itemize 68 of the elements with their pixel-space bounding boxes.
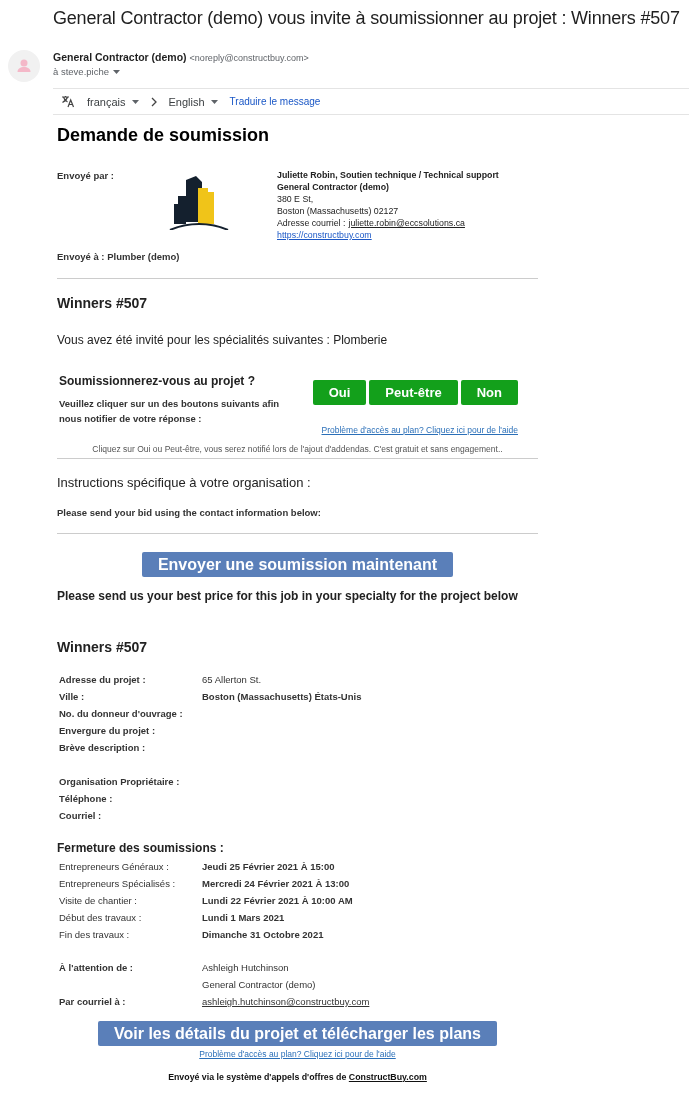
field-label: Adresse du projet : [59,674,147,685]
submit-bid-button[interactable]: Envoyer une soumission maintenant [141,552,454,577]
request-text: Please send us your best price for this job in your specialty for the project below [57,589,519,603]
field-label: Visite de chantier : [59,895,138,906]
invitation-text: Vous avez été invité pour les spécialités suivantes : Plomberie [57,333,389,347]
field-value: General Contractor (demo) [202,979,316,990]
response-button[interactable]: Non [460,380,518,405]
contact-text: Boston (Massachusetts) 02127 [277,206,400,216]
contact-text: 380 E St, [277,194,315,204]
field-value: Dimanche 31 Octobre 2021 [202,929,324,940]
website-link[interactable]: https://constructbuy.com [277,230,499,240]
field-label: Fin des travaux : [59,929,131,940]
field-label: Téléphone : [59,793,114,804]
sent-by-label: Envoyé par : [57,170,116,181]
response-button[interactable]: Oui [312,380,367,405]
view-plans-button[interactable]: Voir les détails du projet et télécharger les plans [98,1021,497,1046]
contact-text: Juliette Robin, Soutien technique / Technical support [277,170,499,180]
field-label: Entrepreneurs Spécialisés : [59,878,177,889]
caret-icon [210,99,218,104]
help-link[interactable]: Problème d'accès au plan? Cliquez ici pour de l'aide [321,425,518,435]
chevron-right-icon [150,96,157,107]
rsvp-instructions: Veuillez cliquer sur un des boutons suivants afin nous notifier de votre réponse : [59,397,281,426]
email-link[interactable]: ashleigh.hutchinson@constructbuy.com [202,996,370,1007]
field-value: Mercredi 24 Février 2021 À 13:00 [202,878,350,889]
recipient-dropdown[interactable]: à steve.piche [53,66,309,77]
sender-address: <noreply@constructbuy.com> [189,53,309,63]
email-link[interactable]: juliette.robin@eccsolutions.ca [348,218,465,228]
translate-icon [61,95,75,108]
field-value: 65 Allerton St. [202,674,262,685]
instructions-title: Instructions spécifique à votre organisation : [57,475,312,490]
sent-to-text: Envoyé à : Plumber (demo) [57,251,181,262]
help-link[interactable]: Problème d'accès au plan? Cliquez ici pour de l'aide [199,1049,396,1059]
footer-text: Envoyé via le système d'appels d'offres de ConstructBuy.com [167,1072,428,1082]
project-title: Winners #507 [57,295,149,311]
field-label: No. du donneur d'ouvrage : [59,708,184,719]
instructions-text: Please send your bid using the contact information below: [57,507,322,518]
rsvp-question: Soumissionnerez-vous au projet ? [59,374,257,388]
target-language-dropdown[interactable]: English [168,95,218,108]
avatar-icon [8,50,40,82]
email-subject: General Contractor (demo) vous invite à soumissionner au projet : Winners #507 [52,7,681,30]
field-label: Envergure du projet : [59,725,157,736]
field-value: Boston (Massachusetts) États-Unis [202,691,362,702]
field-label: Organisation Propriétaire : [59,776,181,787]
field-label: Ville : [59,691,86,702]
field-label: Brève description : [59,742,147,753]
field-value: Lundi 1 Mars 2021 [202,912,285,923]
translate-link[interactable]: Traduire le message [229,96,321,107]
email-heading: Demande de soumission [57,125,271,146]
closing-title: Fermeture des soumissions : [57,841,225,855]
source-language-dropdown[interactable]: français [87,95,139,108]
buildings-logo [168,174,230,230]
caret-icon [113,69,120,74]
field-value: Ashleigh Hutchinson [202,962,289,973]
contact-text: General Contractor (demo) [277,182,390,192]
rsvp-note: Cliquez sur Oui ou Peut-être, vous serez notifié lors de l'ajout d'addendas. C'est gratuit et sans engagement.. [91,444,504,454]
field-label: Début des travaux : [59,912,143,923]
field-value: Jeudi 25 Février 2021 À 15:00 [202,861,335,872]
contact-label: Adresse courriel : [277,218,346,228]
project-title: Winners #507 [57,639,149,655]
field-label: Par courriel à : [59,996,127,1007]
sender-name: General Contractor (demo) [53,51,187,63]
field-label: Entrepreneurs Généraux : [59,861,170,872]
field-label: À l'attention de : [59,962,135,975]
caret-icon [131,99,139,104]
constructbuy-link[interactable]: ConstructBuy.com [348,1072,427,1082]
field-value: Lundi 22 Février 2021 À 10:00 AM [202,895,353,906]
field-label: Courriel : [59,810,103,821]
response-button[interactable]: Peut-être [369,380,458,405]
